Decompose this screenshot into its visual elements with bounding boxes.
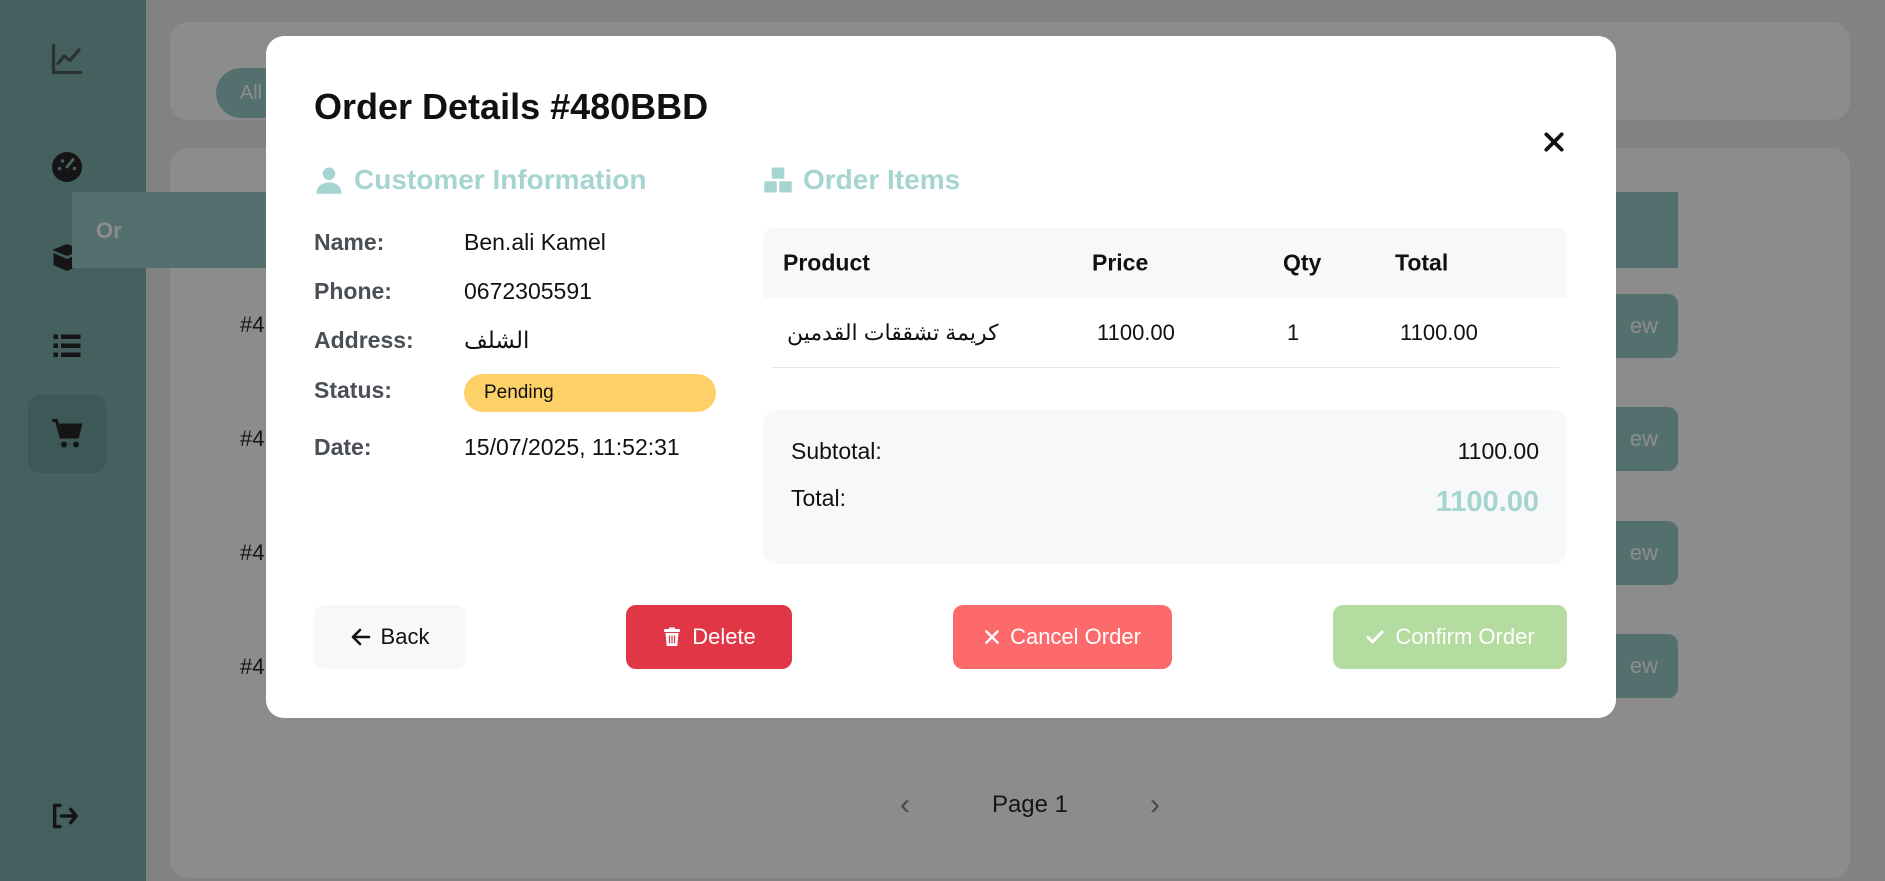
column-product: Product: [783, 249, 870, 276]
product-qty: 1: [1287, 319, 1300, 345]
user-icon: [316, 167, 342, 194]
confirm-order-label: Confirm Order: [1395, 624, 1535, 649]
name-value: Ben.ali Kamel: [464, 229, 606, 255]
cancel-order-label: Cancel Order: [1010, 624, 1141, 649]
total-value: 1100.00: [1435, 486, 1539, 518]
check-icon: [1366, 630, 1384, 644]
boxes-icon: [764, 167, 792, 193]
order-items-heading: Order Items: [763, 164, 960, 196]
x-icon: [985, 630, 999, 644]
back-button[interactable]: Back: [314, 605, 466, 669]
order-items-title: Order Items: [803, 164, 961, 195]
date-label: Date:: [314, 434, 372, 460]
status-label: Status:: [314, 377, 392, 403]
product-price: 1100.00: [1097, 319, 1175, 345]
delete-button[interactable]: Delete: [626, 605, 792, 669]
phone-label: Phone:: [314, 278, 392, 304]
confirm-order-button[interactable]: Confirm Order: [1333, 605, 1567, 669]
product-total: 1100.00: [1400, 319, 1478, 345]
address-label: Address:: [314, 327, 414, 353]
cancel-order-button[interactable]: Cancel Order: [953, 605, 1172, 669]
table-row: كريمة تشققات القدمين 1100.00 1 1100.00: [771, 298, 1559, 368]
date-value: 15/07/2025, 11:52:31: [464, 434, 680, 460]
total-label: Total:: [791, 485, 846, 511]
subtotal-value: 1100.00: [1457, 438, 1539, 464]
order-items-table: Product Price Qty Total كريمة تشققات الق…: [763, 228, 1567, 368]
customer-info-title: Customer Information: [354, 164, 647, 195]
items-table-header: Product Price Qty Total: [763, 228, 1567, 298]
subtotal-label: Subtotal:: [791, 438, 882, 464]
totals-summary: Subtotal: 1100.00 Total: 1100.00: [763, 410, 1567, 564]
address-value: الشلف: [464, 327, 530, 353]
order-details-modal: Order Details #480BBD Customer Informati…: [266, 36, 1616, 718]
arrow-left-icon: [351, 628, 370, 646]
close-icon[interactable]: [1538, 126, 1570, 158]
customer-info-heading: Customer Information: [314, 164, 646, 196]
delete-label: Delete: [692, 624, 756, 649]
column-price: Price: [1092, 249, 1149, 276]
column-total: Total: [1395, 249, 1449, 276]
back-label: Back: [380, 624, 430, 649]
modal-title: Order Details #480BBD: [314, 86, 709, 127]
name-label: Name:: [314, 229, 385, 255]
column-qty: Qty: [1283, 249, 1322, 276]
phone-value: 0672305591: [464, 278, 592, 304]
product-name: كريمة تشققات القدمين: [787, 319, 999, 345]
trash-icon: [664, 627, 681, 646]
status-badge: Pending: [464, 374, 716, 412]
